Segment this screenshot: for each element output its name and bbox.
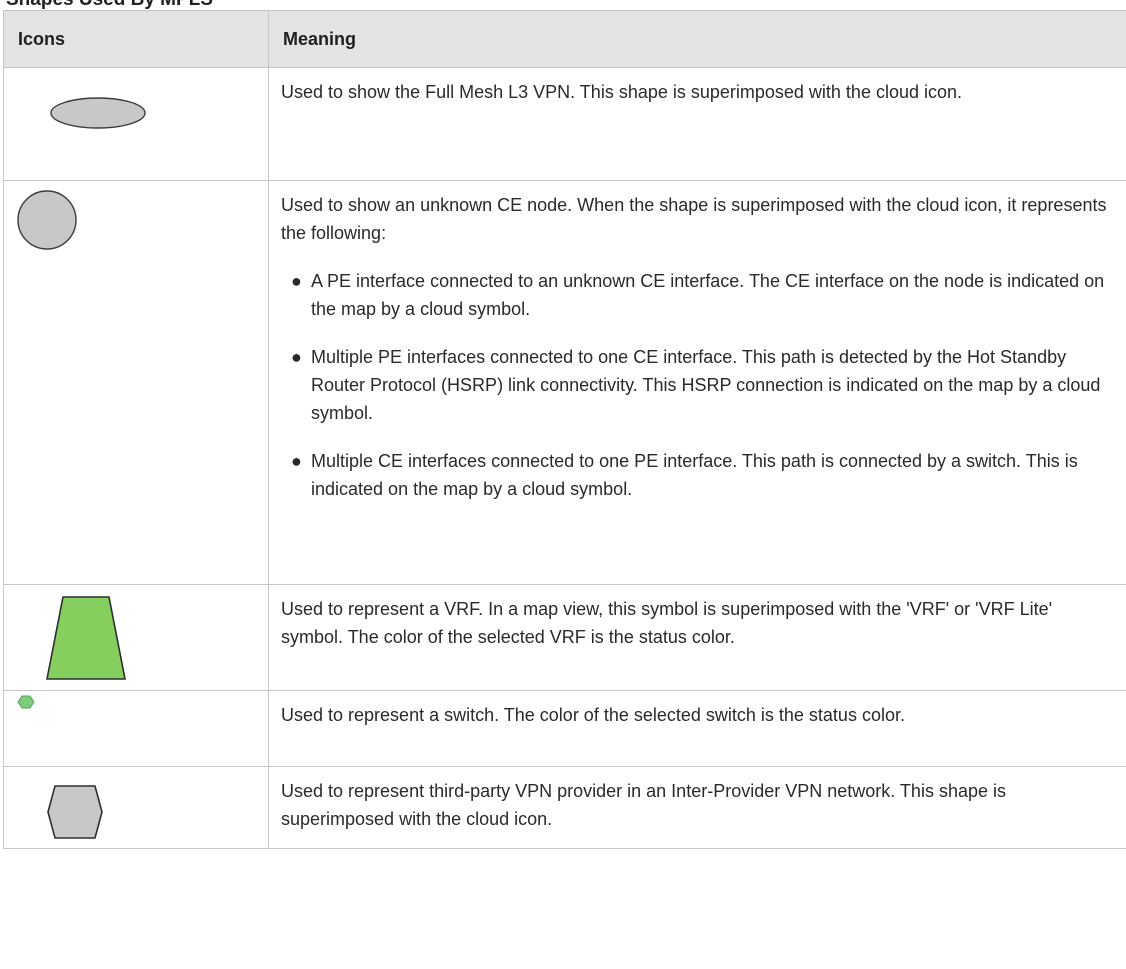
meaning-cell: Used to show an unknown CE node. When th… — [268, 180, 1126, 585]
meaning-text: Used to show an unknown CE node. When th… — [281, 195, 1107, 243]
list-item: ● Multiple CE interfaces connected to one… — [281, 447, 1119, 503]
ellipse-icon — [50, 97, 146, 129]
meaning-cell: Used to represent a VRF. In a map view, … — [268, 584, 1126, 691]
meaning-cell: Used to represent third-party VPN provid… — [268, 766, 1126, 849]
meaning-text: Used to represent a switch. The color of… — [281, 705, 905, 725]
trapezoid-icon — [46, 596, 126, 680]
bullet-icon: ● — [291, 271, 302, 291]
shapes-table: Icons Meaning Used to show the Full Mesh… — [3, 10, 1126, 849]
bullet-list: ● A PE interface connected to an unknown … — [281, 267, 1119, 503]
meaning-text: Used to represent third-party VPN provid… — [281, 781, 1006, 829]
icon-cell — [3, 584, 269, 691]
icon-cell — [3, 180, 269, 585]
header-meaning: Meaning — [268, 10, 1126, 68]
bullet-text: Multiple CE interfaces connected to one … — [311, 451, 1078, 499]
octagon-icon — [47, 785, 103, 839]
table-header-row: Icons Meaning — [3, 10, 1126, 68]
meaning-text: Used to show the Full Mesh L3 VPN. This … — [281, 82, 963, 102]
icon-cell — [3, 766, 269, 849]
meaning-cell: Used to show the Full Mesh L3 VPN. This … — [268, 67, 1126, 181]
hexagon-icon — [17, 695, 35, 709]
list-item: ● A PE interface connected to an unknown … — [281, 267, 1119, 323]
table-row: Used to show an unknown CE node. When th… — [3, 180, 1126, 585]
table-row: Used to represent a VRF. In a map view, … — [3, 584, 1126, 691]
header-icons: Icons — [3, 10, 269, 68]
circle-icon — [17, 190, 77, 250]
table-row: Used to represent third-party VPN provid… — [3, 766, 1126, 849]
bullet-text: Multiple PE interfaces connected to one … — [311, 347, 1101, 423]
meaning-text: Used to represent a VRF. In a map view, … — [281, 599, 1053, 647]
table-row: Used to show the Full Mesh L3 VPN. This … — [3, 67, 1126, 181]
bullet-icon: ● — [291, 347, 302, 367]
icon-cell — [3, 690, 269, 767]
icon-cell — [3, 67, 269, 181]
list-item: ● Multiple PE interfaces connected to one… — [281, 343, 1119, 427]
meaning-cell: Used to represent a switch. The color of… — [268, 690, 1126, 767]
bullet-icon: ● — [291, 451, 302, 471]
table-row: Used to represent a switch. The color of… — [3, 690, 1126, 767]
bullet-text: A PE interface connected to an unknown C… — [311, 271, 1105, 319]
